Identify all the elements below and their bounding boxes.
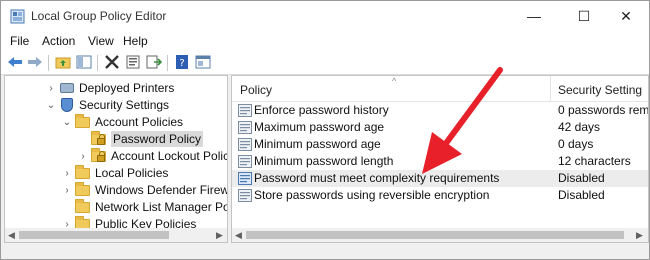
shield-icon [59,98,75,112]
forward-icon [28,57,42,67]
back-button[interactable] [6,53,24,71]
policy-name: Enforce password history [254,103,389,117]
tree-item-account-policies[interactable]: ⌄ Account Policies [61,113,183,131]
menu-file[interactable]: File [10,34,29,48]
expand-arrow-icon[interactable]: › [61,185,73,196]
group-policy-app-icon [10,9,25,24]
expand-arrow-icon[interactable]: › [77,151,89,162]
console-tree-pane[interactable]: › Deployed Printers ⌄ Security Settings … [4,75,228,243]
policy-setting-icon [238,104,252,117]
tree-item-windows-defender-firewall[interactable]: › Windows Defender Firew [61,181,228,199]
policy-name: Maximum password age [254,120,385,134]
menu-view[interactable]: View [88,34,114,48]
tree-item-network-list-manager[interactable]: Network List Manager Po [61,198,228,216]
policy-setting-icon [238,121,252,134]
maximize-button[interactable]: ☐ [561,1,607,31]
minimize-button[interactable]: — [511,1,557,31]
folder-icon [75,199,91,214]
help-button[interactable]: ? [173,53,191,71]
view-button[interactable] [194,53,212,71]
tree-item-security-settings[interactable]: ⌄ Security Settings [45,96,169,114]
policy-name: Minimum password age [254,137,381,151]
policy-name: Minimum password length [254,154,394,168]
scroll-left-icon[interactable]: ◀ [235,230,242,241]
tree-item-label: Windows Defender Firew [95,183,228,197]
up-one-level-button[interactable] [54,53,72,71]
policy-setting-value: 42 days [558,120,601,134]
menu-help[interactable]: Help [123,34,148,48]
policy-setting-value: 12 characters [558,154,631,168]
policy-setting-icon [238,155,252,168]
tree-item-label: Security Settings [79,98,170,112]
toolbar-separator [167,55,168,71]
app-window: Local Group Policy Editor — ☐ ✕ File Act… [0,0,650,260]
tree-item-label: Password Policy [111,131,204,147]
up-folder-icon [55,57,71,69]
window-title: Local Group Policy Editor [31,9,167,23]
policy-setting-value: 0 passwords remem [558,103,649,117]
list-horizontal-scrollbar[interactable]: ◀ ▶ [232,228,648,242]
folder-lock-icon [91,131,107,146]
scroll-right-icon[interactable]: ▶ [216,230,223,241]
policy-setting-value: 0 days [558,137,594,151]
tree-item-label: Account Lockout Polic [111,149,228,163]
toolbar-separator [97,55,98,71]
tree-item-local-policies[interactable]: › Local Policies [61,164,168,182]
scroll-right-icon[interactable]: ▶ [636,230,643,241]
red-annotation-arrow-icon [422,67,503,174]
column-header-policy[interactable]: Policy [240,83,272,97]
printer-icon [59,81,75,95]
tree-item-deployed-printers[interactable]: › Deployed Printers [45,79,174,97]
policy-setting-value: Disabled [558,171,605,185]
policy-setting-icon [238,172,252,185]
toolbar-separator [48,55,49,71]
tree-item-label: Deployed Printers [79,81,175,95]
help-icon: ? [176,55,188,69]
policy-setting-value: Disabled [558,188,605,202]
menu-bar: File Action View Help [1,31,649,51]
tree-item-label: Local Policies [95,166,169,180]
back-icon [8,57,22,67]
tree-item-label: Account Policies [95,115,184,129]
scrollbar-thumb[interactable] [246,231,624,239]
column-divider[interactable] [550,76,551,102]
show-hide-tree-icon [76,55,92,69]
tree-item-password-policy[interactable]: Password Policy [77,130,204,148]
tree-item-label: Network List Manager Po [95,200,228,214]
close-button[interactable]: ✕ [603,1,649,31]
export-list-button[interactable] [145,53,163,71]
policy-setting-icon [238,138,252,151]
column-header-security-setting[interactable]: Security Setting [558,83,642,97]
sort-indicator-icon: ^ [392,76,397,86]
toolbar: ? [1,51,649,75]
scroll-left-icon[interactable]: ◀ [8,230,15,241]
tree-horizontal-scrollbar[interactable]: ◀ ▶ [5,228,227,242]
menu-action[interactable]: Action [42,34,75,48]
status-bar [1,244,649,259]
policy-name: Store passwords using reversible encrypt… [254,188,490,202]
collapse-arrow-icon[interactable]: ⌄ [61,117,73,128]
forward-button[interactable] [26,53,44,71]
policy-setting-icon [238,189,252,202]
expand-arrow-icon[interactable]: › [45,83,57,94]
view-icon [195,55,211,69]
collapse-arrow-icon[interactable]: ⌄ [45,100,57,111]
expand-arrow-icon[interactable]: › [61,168,73,179]
folder-icon [75,182,91,197]
policy-row[interactable]: Store passwords using reversible encrypt… [232,187,648,204]
folder-icon [75,165,91,180]
show-hide-tree-button[interactable] [75,53,93,71]
scrollbar-thumb[interactable] [19,231,169,239]
delete-button[interactable] [103,53,121,71]
tree-item-account-lockout-policy[interactable]: › Account Lockout Polic [77,147,228,165]
properties-icon [126,55,140,69]
folder-icon [75,114,91,129]
export-list-icon [146,55,162,69]
title-bar: Local Group Policy Editor — ☐ ✕ [1,1,649,31]
properties-button[interactable] [124,53,142,71]
folder-lock-icon [91,148,107,163]
svg-text:?: ? [179,58,184,69]
delete-icon [105,55,119,69]
